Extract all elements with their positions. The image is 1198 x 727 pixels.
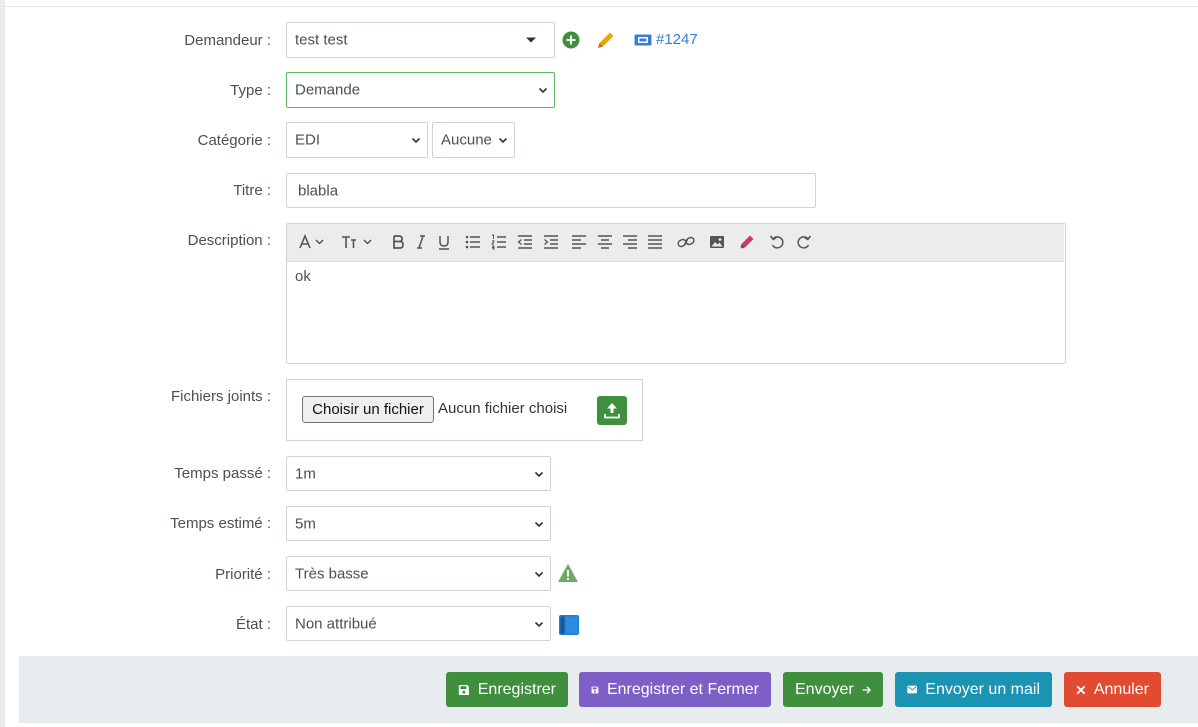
editor-toolbar xyxy=(287,224,1064,262)
bold-icon[interactable] xyxy=(391,234,405,250)
category-label: Catégorie : xyxy=(197,132,271,149)
save-label: Enregistrer xyxy=(477,680,556,698)
send-label: Envoyer xyxy=(795,680,854,698)
description-text[interactable]: ok xyxy=(295,268,311,285)
title-input[interactable]: blabla xyxy=(286,173,816,208)
arrow-right-icon xyxy=(862,685,871,694)
book-icon xyxy=(559,615,579,635)
type-value: Demande xyxy=(295,81,361,99)
top-divider xyxy=(5,6,1198,7)
description-label: Description : xyxy=(187,232,271,249)
subcategory-select[interactable]: Aucune xyxy=(432,122,515,158)
warning-icon xyxy=(558,564,578,582)
requester-select[interactable]: test test xyxy=(286,22,555,58)
align-right-icon[interactable] xyxy=(622,234,638,250)
redo-icon[interactable] xyxy=(796,234,812,250)
save-close-button[interactable]: Enregistrer et Fermer xyxy=(579,672,771,707)
underline-icon[interactable] xyxy=(437,234,451,250)
cancel-button[interactable]: Annuler xyxy=(1064,672,1161,707)
align-center-icon[interactable] xyxy=(597,234,613,250)
category-value: EDI xyxy=(295,131,321,149)
chevron-down-icon xyxy=(498,137,508,144)
send-mail-label: Envoyer un mail xyxy=(925,680,1040,698)
pencil-icon[interactable] xyxy=(595,29,617,51)
chevron-down-icon xyxy=(526,37,536,43)
requester-label: Demandeur : xyxy=(184,32,271,49)
chevron-down-icon xyxy=(534,521,544,527)
state-value: Non attribué xyxy=(295,615,377,632)
indent-icon[interactable] xyxy=(543,234,559,250)
requester-value: test test xyxy=(295,31,348,49)
italic-icon[interactable] xyxy=(415,234,427,250)
title-label: Titre : xyxy=(233,182,271,199)
close-icon xyxy=(1076,685,1086,694)
numbered-list-icon[interactable] xyxy=(491,234,507,250)
state-label: État : xyxy=(235,616,271,633)
save-icon xyxy=(591,686,599,693)
title-value: blabla xyxy=(298,182,339,199)
type-label: Type : xyxy=(230,82,271,99)
time-spent-label: Temps passé : xyxy=(174,465,271,482)
font-size-icon[interactable] xyxy=(341,234,377,250)
eraser-icon[interactable] xyxy=(739,234,755,250)
chevron-down-icon xyxy=(534,621,544,627)
image-icon[interactable] xyxy=(709,234,725,250)
category-select[interactable]: EDI xyxy=(286,122,428,158)
send-mail-button[interactable]: Envoyer un mail xyxy=(895,672,1052,707)
chevron-down-icon xyxy=(411,137,421,144)
time-spent-value: 1m xyxy=(295,465,316,482)
upload-button[interactable] xyxy=(597,396,627,425)
bullet-list-icon[interactable] xyxy=(465,234,481,250)
align-left-icon[interactable] xyxy=(571,234,587,250)
save-close-label: Enregistrer et Fermer xyxy=(606,680,759,698)
priority-label: Priorité : xyxy=(215,566,271,583)
no-file-text: Aucun fichier choisi xyxy=(438,400,568,417)
chevron-down-icon xyxy=(534,571,544,577)
send-button[interactable]: Envoyer xyxy=(783,672,883,707)
font-icon[interactable] xyxy=(299,234,329,250)
choose-file-button[interactable]: Choisir un fichier xyxy=(302,396,434,423)
type-select[interactable]: Demande xyxy=(286,72,555,108)
state-select[interactable]: Non attribué xyxy=(286,606,551,641)
ticket-link[interactable]: #1247 xyxy=(634,31,698,48)
add-requester-icon[interactable] xyxy=(562,31,580,49)
outdent-icon[interactable] xyxy=(517,234,533,250)
subcategory-value: Aucune xyxy=(441,131,492,149)
priority-value: Très basse xyxy=(295,565,369,582)
link-icon[interactable] xyxy=(677,234,695,250)
chevron-down-icon xyxy=(534,471,544,477)
envelope-icon xyxy=(907,685,917,694)
ticket-number: #1247 xyxy=(656,31,698,48)
save-button[interactable]: Enregistrer xyxy=(446,672,568,707)
time-estimated-label: Temps estimé : xyxy=(170,515,271,532)
save-icon xyxy=(458,684,469,695)
time-spent-select[interactable]: 1m xyxy=(286,456,551,491)
cancel-label: Annuler xyxy=(1093,680,1149,698)
align-justify-icon[interactable] xyxy=(647,234,663,250)
ticket-icon xyxy=(634,34,652,45)
time-estimated-value: 5m xyxy=(295,515,316,532)
attachments-label: Fichiers joints : xyxy=(170,388,271,405)
upload-icon xyxy=(604,403,620,419)
time-estimated-select[interactable]: 5m xyxy=(286,506,551,541)
undo-icon[interactable] xyxy=(769,234,785,250)
left-rail xyxy=(0,0,5,727)
priority-select[interactable]: Très basse xyxy=(286,556,551,591)
chevron-down-icon xyxy=(538,87,548,94)
